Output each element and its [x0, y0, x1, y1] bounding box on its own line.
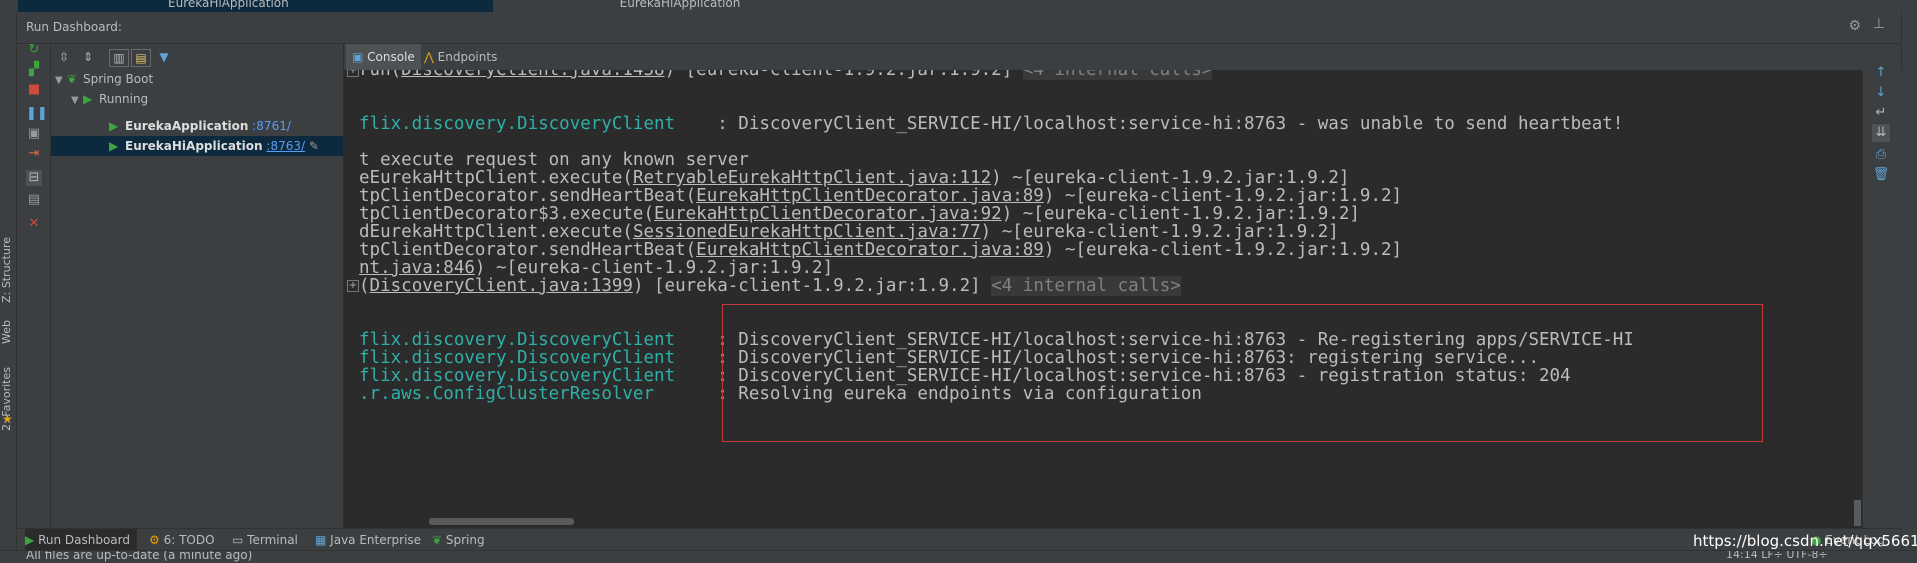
layout-icon[interactable]: ⊟: [26, 170, 42, 186]
tab-console-label: Console: [367, 50, 415, 64]
window-tab-inactive-label: EurekaHiApplication: [619, 0, 741, 10]
highlight-box: [722, 304, 1763, 442]
console-tab-bar: ▣ Console ⋀ Endpoints: [344, 44, 1901, 71]
console-toolbar: ↑ ↓ ↵ ⇊ ⎙ 🗑: [1854, 65, 1902, 528]
terminal-icon: ▭: [232, 533, 244, 547]
chevron-down-icon: ▼: [71, 95, 79, 106]
scroll-to-end-icon[interactable]: ⇊: [1872, 124, 1890, 142]
tab-java-enterprise[interactable]: ▦ Java Enterprise: [315, 529, 421, 551]
tree-node-spring-boot[interactable]: ▼ ❦ Spring Boot: [55, 69, 153, 89]
todo-icon: ⚙: [149, 533, 160, 547]
tab-console[interactable]: ▣ Console: [346, 44, 421, 70]
tab-endpoints[interactable]: ⋀ Endpoints: [418, 44, 503, 70]
console-line: run(DiscoveryClient.java:1438) [eureka-c…: [359, 70, 1213, 81]
run-dashboard-header: Run Dashboard: ⚙ ⊥: [17, 12, 1901, 44]
rerun-icon[interactable]: ↻: [26, 42, 42, 58]
java-enterprise-icon: ▦: [315, 533, 327, 547]
tab-endpoints-label: Endpoints: [437, 50, 498, 64]
left-tool-strip: Z: Structure Web 2: Favorites ★: [0, 12, 17, 550]
dashboard-action-column: ↻ ▞ ■ ❚❚ ▣ ⇥ ⊟ ▤ ✕: [17, 42, 51, 528]
rerun-failed-icon[interactable]: ▞: [26, 62, 42, 78]
chevron-down-icon: ▼: [55, 75, 63, 86]
spring-leaf-icon: ❦: [67, 72, 78, 86]
tab-run-dashboard[interactable]: ▶ Run Dashboard: [25, 529, 137, 551]
tree-node-label: Running: [99, 92, 149, 106]
tab-spring[interactable]: ❦ Spring: [432, 529, 485, 551]
group-by-config-icon[interactable]: ▤: [131, 49, 151, 67]
watermark: https://blog.csdn.net/qqx5661: [1693, 532, 1917, 550]
app-port-link[interactable]: :8763/: [266, 139, 305, 153]
close-icon[interactable]: ✕: [26, 216, 42, 232]
tab-todo[interactable]: ⚙ 6: TODO: [149, 529, 215, 551]
exit-icon[interactable]: ⇥: [26, 146, 42, 162]
source-link[interactable]: DiscoveryClient.java:1438: [401, 70, 664, 80]
soft-wrap-icon[interactable]: ↵: [1872, 104, 1890, 122]
status-text: All files are up-to-date (a minute ago): [26, 550, 253, 562]
tree-node-running[interactable]: ▼ ▶ Running: [71, 89, 148, 109]
filter-icon[interactable]: ▼: [155, 49, 173, 65]
horizontal-scrollbar[interactable]: [429, 518, 574, 525]
panel-title: Run Dashboard:: [26, 20, 122, 34]
source-link[interactable]: DiscoveryClient.java:1399: [370, 276, 633, 296]
window-tab-inactive[interactable]: EurekaHiApplication: [580, 0, 780, 12]
tree-node-eureka-application[interactable]: ▶ EurekaApplication :8761/: [109, 116, 291, 136]
group-by-type-icon[interactable]: ▥: [109, 49, 129, 67]
app-port-link[interactable]: :8761/: [252, 119, 291, 133]
stop-icon[interactable]: ■: [26, 82, 42, 98]
window-tab-active-label: EurekaHiApplication: [168, 0, 289, 10]
run-icon: ▶: [109, 139, 119, 153]
run-dashboard-tree: ⇳ ⇕ ▥ ▤ ▼ ▼ ❦ Spring Boot ▼ ▶ Running ▶ Eurek…: [51, 44, 344, 528]
collapse-all-icon[interactable]: ⇕: [79, 49, 97, 65]
bottom-tool-bar: ▶ Run Dashboard ⚙ 6: TODO ▭ Terminal ▦ J…: [17, 528, 1901, 551]
edit-icon[interactable]: ✎: [309, 139, 319, 153]
run-icon: ▶: [109, 119, 119, 133]
window-tab-strip: EurekaHiApplication EurekaHiApplication: [0, 0, 1917, 12]
tab-label: 6: TODO: [163, 533, 215, 547]
console-line: flix.discovery.DiscoveryClient : Discove…: [359, 114, 1624, 134]
tree-toolbar: ⇳ ⇕ ▥ ▤ ▼: [51, 44, 343, 69]
screenshot-icon[interactable]: ▣: [26, 126, 42, 142]
settings-icon[interactable]: ▤: [26, 192, 42, 208]
tab-label: Terminal: [247, 533, 298, 547]
tree-node-label: Spring Boot: [83, 72, 154, 86]
run-icon: ▶: [25, 533, 35, 547]
gear-icon[interactable]: ⚙: [1848, 18, 1861, 34]
app-name: EurekaHiApplication: [125, 139, 263, 153]
right-tool-strip: [1901, 12, 1917, 550]
tree-node-eureka-hi-application[interactable]: ▶ EurekaHiApplication :8763/ ✎: [109, 136, 319, 156]
expand-all-icon[interactable]: ⇳: [55, 49, 73, 65]
status-right: 14:14 LF÷ UTF-8÷: [1726, 550, 1828, 561]
status-bar: All files are up-to-date (a minute ago) …: [0, 550, 1917, 563]
endpoints-icon: ⋀: [424, 50, 434, 64]
console-line: (DiscoveryClient.java:1399) [eureka-clie…: [359, 276, 1181, 296]
internal-calls[interactable]: <4 internal calls>: [991, 276, 1181, 296]
web-tool-button[interactable]: Web: [0, 320, 16, 344]
trash-icon[interactable]: 🗑: [1872, 166, 1890, 184]
tab-label: Run Dashboard: [38, 533, 130, 547]
fold-plus-icon[interactable]: +: [347, 280, 359, 292]
window-tab-active[interactable]: EurekaHiApplication: [18, 0, 493, 12]
console-icon: ▣: [352, 50, 364, 64]
run-icon: ▶: [83, 92, 93, 106]
print-icon[interactable]: ⎙: [1872, 146, 1890, 164]
minimize-icon[interactable]: ⊥: [1873, 16, 1885, 32]
app-name: EurekaApplication: [125, 119, 249, 133]
tab-label: Spring: [445, 533, 485, 547]
structure-tool-button[interactable]: Z: Structure: [0, 237, 16, 303]
fold-plus-icon[interactable]: +: [347, 70, 359, 77]
arrow-up-icon[interactable]: ↑: [1872, 64, 1890, 82]
internal-calls[interactable]: <4 internal calls>: [1022, 70, 1213, 80]
vertical-scrollbar[interactable]: [1854, 500, 1861, 526]
pause-icon[interactable]: ❚❚: [26, 106, 48, 122]
spring-leaf-icon: ❦: [432, 533, 443, 547]
tab-terminal[interactable]: ▭ Terminal: [232, 529, 298, 551]
console-output[interactable]: + run(DiscoveryClient.java:1438) [eureka…: [344, 70, 1862, 528]
tab-label: Java Enterprise: [330, 533, 422, 547]
star-icon: ★: [2, 412, 13, 426]
arrow-down-icon[interactable]: ↓: [1872, 84, 1890, 102]
